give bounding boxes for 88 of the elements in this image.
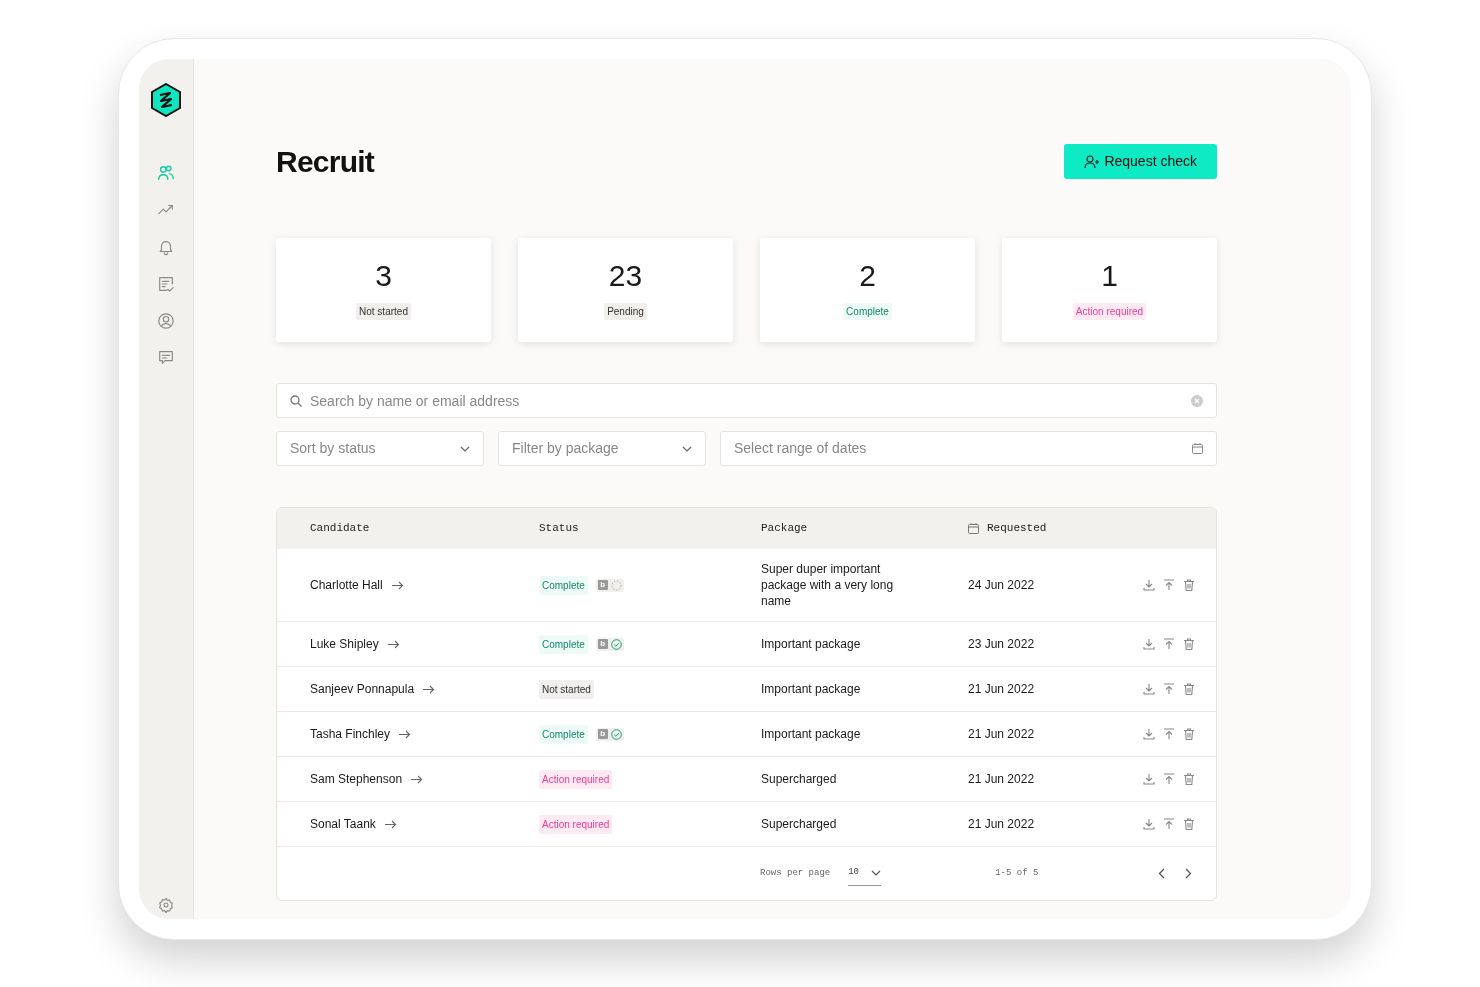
- stat-value: 3: [375, 260, 392, 291]
- chevron-down-icon: [871, 870, 882, 876]
- arrow-right-icon[interactable]: [387, 639, 400, 649]
- column-header: Candidate: [310, 521, 370, 537]
- requested-date: 23 Jun 2022: [968, 636, 1036, 653]
- delete-icon[interactable]: [1183, 638, 1195, 650]
- arrow-right-icon[interactable]: [391, 580, 404, 590]
- candidate-name[interactable]: Sonal Taank: [310, 815, 376, 833]
- search-field[interactable]: Search by name or email address: [276, 383, 1217, 418]
- rows-per-page-select[interactable]: 10: [848, 861, 882, 886]
- package-name: Important package: [761, 726, 862, 742]
- download-icon[interactable]: [1143, 818, 1155, 830]
- delete-icon[interactable]: [1183, 773, 1195, 785]
- status-tag: Not started: [539, 679, 594, 699]
- page-title: Recruit: [276, 144, 375, 180]
- download-icon[interactable]: [1143, 579, 1155, 591]
- check-indicator: b: [595, 637, 624, 651]
- package-name: Supercharged: [761, 771, 838, 787]
- chevron-down-icon: [460, 445, 470, 452]
- previous-page-icon[interactable]: [1158, 868, 1165, 879]
- candidate-name[interactable]: Sanjeev Ponnapula: [310, 680, 415, 698]
- bell-icon[interactable]: [157, 238, 175, 256]
- requested-date: 24 Jun 2022: [968, 577, 1036, 594]
- candidate-name[interactable]: Sam Stephenson: [310, 770, 403, 788]
- package-name: Super duper important package with a very long name: [761, 561, 895, 609]
- status-tag: Complete: [539, 724, 588, 744]
- settings-icon[interactable]: [158, 897, 174, 913]
- candidate-name[interactable]: Charlotte Hall: [310, 576, 383, 594]
- upload-icon[interactable]: [1163, 818, 1175, 830]
- arrow-right-icon[interactable]: [411, 774, 424, 784]
- stat-label: Not started: [356, 302, 411, 320]
- calendar-icon: [1192, 443, 1203, 454]
- checklist-icon[interactable]: [157, 275, 175, 293]
- date-range-field[interactable]: Select range of dates: [720, 431, 1217, 466]
- filter-select[interactable]: Sort by status: [276, 431, 484, 466]
- request-check-button[interactable]: Request check: [1064, 144, 1217, 179]
- download-icon[interactable]: [1143, 728, 1155, 740]
- upload-icon[interactable]: [1163, 773, 1175, 785]
- arrow-right-icon[interactable]: [384, 819, 397, 829]
- download-icon[interactable]: [1143, 638, 1155, 650]
- rows-per-page-label: Rows per page: [760, 866, 831, 880]
- arrow-right-icon[interactable]: [423, 684, 436, 694]
- add-person-icon: [1084, 154, 1101, 169]
- calendar-icon: [968, 523, 979, 534]
- delete-icon[interactable]: [1183, 683, 1195, 695]
- upload-icon[interactable]: [1163, 638, 1175, 650]
- status-tag: Complete: [539, 575, 588, 595]
- status-tag: Action required: [539, 814, 613, 834]
- stat-value: 23: [608, 260, 643, 291]
- requested-date: 21 Jun 2022: [968, 726, 1036, 743]
- stat-label: Complete: [843, 302, 892, 320]
- filter-select[interactable]: Filter by package: [498, 431, 706, 466]
- package-name: Important package: [761, 636, 862, 652]
- candidate-name[interactable]: Tasha Finchley: [310, 725, 391, 743]
- next-page-icon[interactable]: [1185, 868, 1192, 879]
- delete-icon[interactable]: [1183, 579, 1195, 591]
- arrow-right-icon[interactable]: [399, 729, 412, 739]
- package-name: Important package: [761, 681, 862, 697]
- column-header: Status: [539, 521, 579, 537]
- stat-value: 1: [1101, 260, 1118, 291]
- upload-icon[interactable]: [1163, 579, 1175, 591]
- column-header: Package: [761, 521, 808, 537]
- chat-icon[interactable]: [157, 349, 175, 367]
- upload-icon[interactable]: [1163, 683, 1175, 695]
- package-name: Supercharged: [761, 816, 838, 832]
- stat-value: 2: [859, 260, 876, 291]
- requested-date: 21 Jun 2022: [968, 816, 1036, 833]
- stat-label: Action required: [1072, 302, 1147, 320]
- download-icon[interactable]: [1143, 683, 1155, 695]
- check-indicator: b: [595, 727, 624, 741]
- download-icon[interactable]: [1143, 773, 1155, 785]
- stat-label: Pending: [604, 302, 647, 320]
- status-tag: Action required: [539, 769, 613, 789]
- status-tag: Complete: [539, 634, 588, 654]
- requested-date: 21 Jun 2022: [968, 681, 1036, 698]
- requested-date: 21 Jun 2022: [968, 771, 1036, 788]
- delete-icon[interactable]: [1183, 818, 1195, 830]
- candidate-name[interactable]: Luke Shipley: [310, 635, 379, 653]
- check-indicator: b: [595, 578, 624, 592]
- page-range: 1-5 of 5: [995, 866, 1039, 880]
- account-icon[interactable]: [157, 312, 175, 330]
- logo-icon: [151, 83, 181, 117]
- column-header: Requested: [987, 521, 1047, 537]
- upload-icon[interactable]: [1163, 728, 1175, 740]
- chevron-down-icon: [682, 445, 692, 452]
- search-icon: [290, 395, 302, 407]
- delete-icon[interactable]: [1183, 728, 1195, 740]
- people-icon[interactable]: [157, 164, 175, 182]
